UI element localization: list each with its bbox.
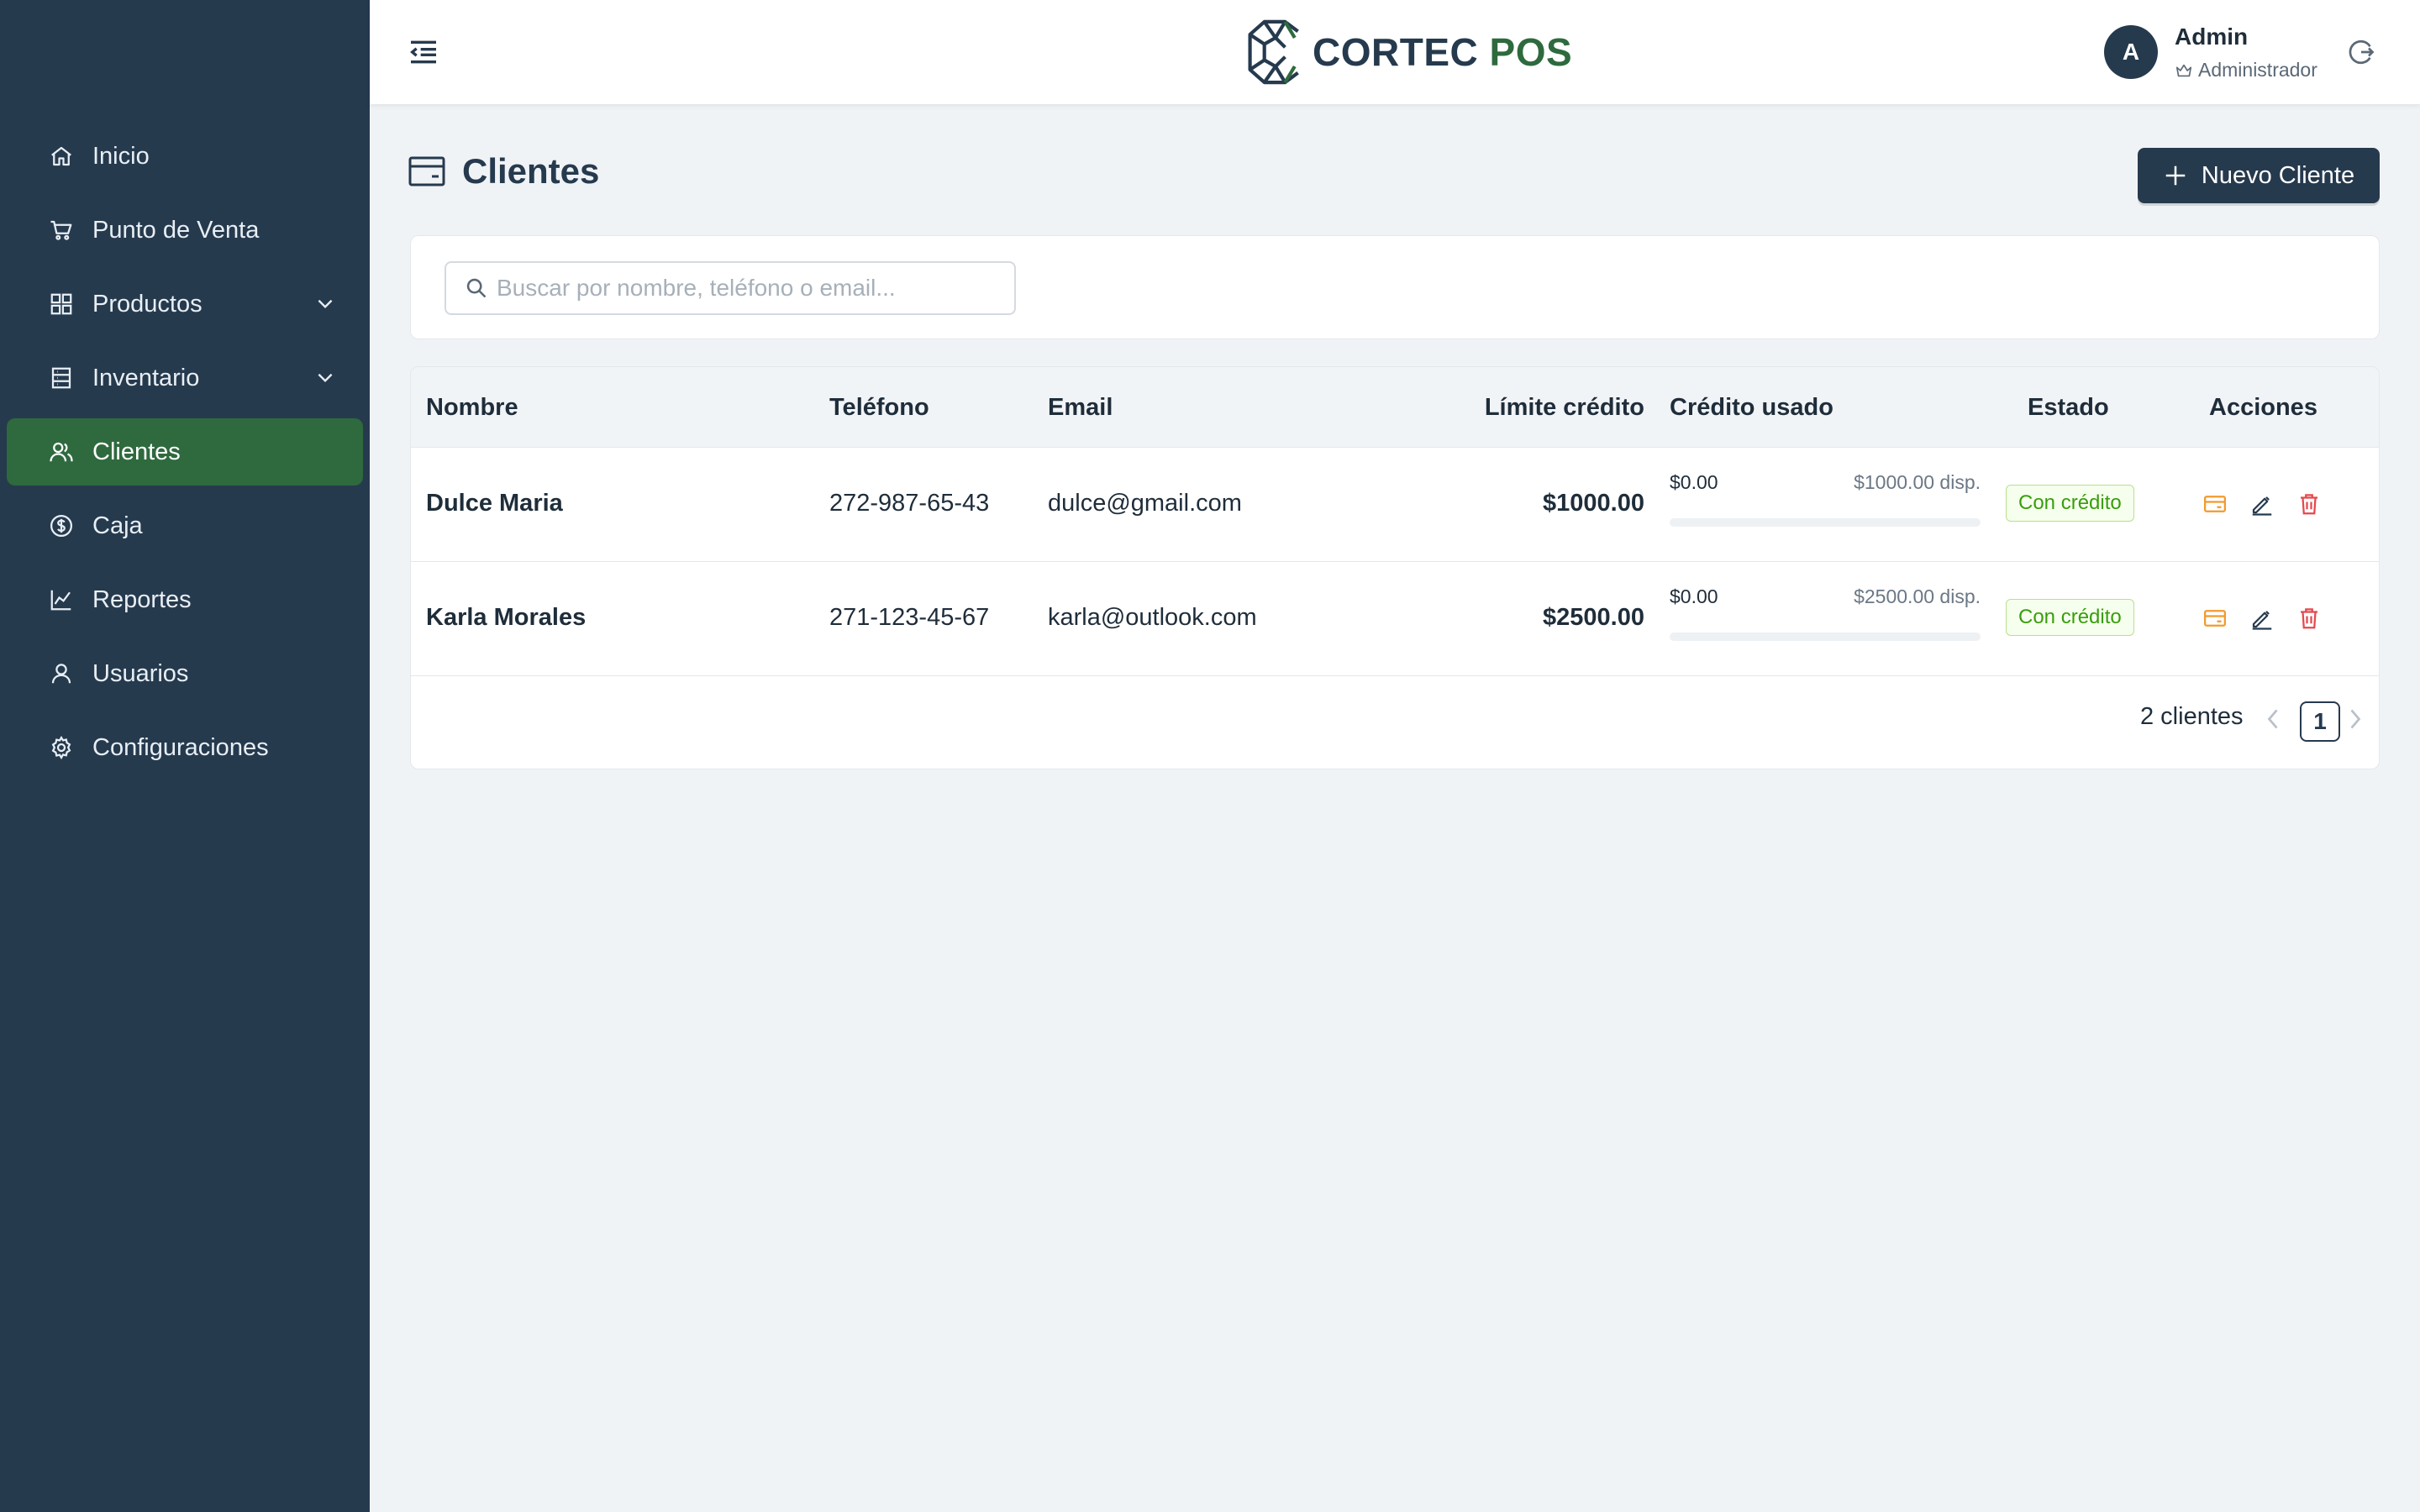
sidebar-item-label: Inicio [92, 142, 150, 170]
chevron-left-icon[interactable] [2263, 706, 2283, 732]
chevron-down-icon [318, 373, 333, 383]
credit-action-button[interactable] [2201, 490, 2229, 518]
clients-table: Nombre Teléfono Email Límite crédito Cré… [410, 366, 2380, 769]
top-header: CORTEC POS A Admin Administrador [370, 0, 2420, 104]
credit-available: $1000.00 disp. [1854, 471, 1981, 493]
menu-fold-icon[interactable] [407, 35, 440, 69]
trash-icon [2301, 608, 2317, 629]
column-header-limite-credito[interactable]: Límite crédito [1485, 394, 1644, 422]
edit-icon [2252, 611, 2272, 630]
credit-progress-bar [1670, 633, 1981, 641]
grid-icon [47, 290, 76, 318]
sidebar-item-label: Clientes [92, 438, 181, 465]
logout-icon[interactable] [2346, 37, 2376, 67]
user-name: Admin [2175, 24, 2249, 50]
database-icon [47, 364, 76, 392]
plus-icon [2165, 165, 2186, 186]
line-chart-icon [47, 585, 76, 614]
sidebar-item-reportes[interactable]: Reportes [7, 566, 363, 633]
new-client-button[interactable]: Nuevo Cliente [2138, 148, 2380, 203]
sidebar-item-label: Reportes [92, 585, 192, 613]
brand-name-part1: CORTEC [1313, 30, 1479, 74]
gear-icon [47, 733, 76, 762]
sidebar-item-label: Caja [92, 512, 143, 539]
credit-progress-bar [1670, 518, 1981, 527]
delete-button[interactable] [2295, 490, 2323, 518]
column-header-estado: Estado [2028, 394, 2109, 421]
table-row[interactable]: Dulce Maria 272-987-65-43 dulce@gmail.co… [411, 448, 2379, 562]
delete-button[interactable] [2295, 604, 2323, 633]
user-role-label: Administrador [2198, 59, 2317, 81]
status-badge: Con crédito [2006, 485, 2134, 522]
credit-action-button[interactable] [2201, 604, 2229, 633]
sidebar-item-configuraciones[interactable]: Configuraciones [7, 714, 363, 781]
total-count: 2 clientes [2140, 703, 2244, 730]
logo-icon [1248, 19, 1299, 85]
trash-icon [2301, 494, 2317, 515]
credit-used-amount: $0.00 [1670, 471, 1718, 493]
credit-card-icon [2204, 496, 2226, 512]
user-role: Administrador [2175, 59, 2317, 81]
table-row[interactable]: Karla Morales 271-123-45-67 karla@outloo… [411, 562, 2379, 676]
sidebar-item-clientes[interactable]: Clientes [7, 418, 363, 486]
chevron-down-icon [318, 299, 333, 309]
cart-icon [47, 216, 76, 244]
chevron-right-icon[interactable] [2345, 706, 2365, 732]
status-badge: Con crédito [2006, 599, 2134, 636]
sidebar-item-label: Configuraciones [92, 733, 269, 761]
column-header-telefono[interactable]: Teléfono [829, 394, 929, 422]
client-name: Dulce Maria [426, 490, 563, 517]
edit-icon [2252, 496, 2272, 516]
search-input[interactable] [497, 275, 1001, 302]
credit-card-icon [2204, 610, 2226, 627]
brand-logo[interactable]: CORTEC POS [1244, 18, 1572, 86]
sidebar-item-label: Usuarios [92, 659, 189, 687]
sidebar-nav: Inicio Punto de Venta Productos Inventar… [0, 123, 370, 788]
sidebar-item-usuarios[interactable]: Usuarios [7, 640, 363, 707]
client-phone: 272-987-65-43 [829, 490, 990, 517]
sidebar-item-caja[interactable]: Caja [7, 492, 363, 559]
sidebar-item-punto-de-venta[interactable]: Punto de Venta [7, 197, 363, 264]
credit-available: $2500.00 disp. [1854, 585, 1981, 607]
edit-button[interactable] [2248, 490, 2276, 518]
dollar-circle-icon [47, 512, 76, 540]
home-icon [47, 142, 76, 171]
sidebar-item-label: Productos [92, 290, 203, 318]
brand-name-part2: POS [1489, 30, 1573, 74]
column-header-nombre[interactable]: Nombre [426, 394, 518, 422]
table-header: Nombre Teléfono Email Límite crédito Cré… [411, 367, 2379, 448]
crown-icon [2175, 64, 2192, 76]
edit-button[interactable] [2248, 604, 2276, 633]
client-email: karla@outlook.com [1048, 604, 1257, 631]
page-heading: Clientes [408, 151, 599, 192]
client-phone: 271-123-45-67 [829, 604, 990, 631]
credit-limit: $2500.00 [1543, 604, 1644, 631]
sidebar: Inicio Punto de Venta Productos Inventar… [0, 0, 370, 1512]
sidebar-item-inicio[interactable]: Inicio [7, 123, 363, 190]
credit-card-icon [408, 156, 445, 186]
avatar[interactable]: A [2104, 25, 2158, 79]
new-client-button-label: Nuevo Cliente [2201, 161, 2355, 189]
brand-name: CORTEC POS [1313, 29, 1572, 75]
pagination-page-1[interactable]: 1 [2300, 701, 2340, 742]
column-header-email[interactable]: Email [1048, 394, 1113, 422]
sidebar-item-productos[interactable]: Productos [7, 270, 363, 338]
search-card [410, 235, 2380, 339]
sidebar-item-inventario[interactable]: Inventario [7, 344, 363, 412]
user-icon [47, 659, 76, 688]
sidebar-item-label: Punto de Venta [92, 216, 260, 244]
column-header-credito-usado[interactable]: Crédito usado [1670, 394, 1833, 422]
page-title: Clientes [462, 151, 600, 191]
sidebar-item-label: Inventario [92, 364, 200, 391]
client-email: dulce@gmail.com [1048, 490, 1242, 517]
client-name: Karla Morales [426, 604, 587, 631]
search-field[interactable] [445, 261, 1016, 315]
column-header-acciones: Acciones [2209, 394, 2317, 421]
credit-limit: $1000.00 [1543, 490, 1644, 517]
search-icon [466, 278, 487, 298]
users-icon [47, 438, 76, 466]
credit-used-amount: $0.00 [1670, 585, 1718, 607]
